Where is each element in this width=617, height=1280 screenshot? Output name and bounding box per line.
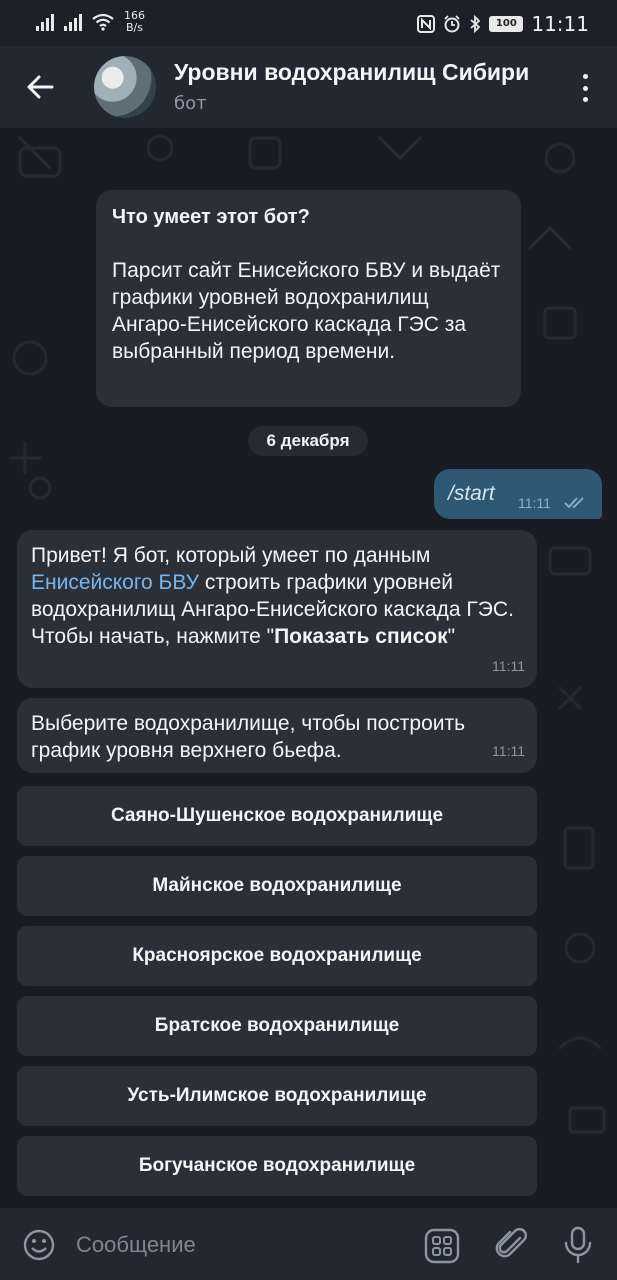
wifi-icon [92, 13, 114, 31]
message-text-part: " [447, 625, 456, 648]
message-composer [0, 1208, 617, 1280]
keyboard-button-krasnoyarskoe[interactable]: Красноярское водохранилище [17, 926, 537, 986]
bot-info-title: Что умеет этот бот? [112, 206, 310, 228]
emoji-icon[interactable] [22, 1228, 56, 1262]
incoming-message-text: Привет! Я бот, который умеет по данным Е… [31, 542, 523, 650]
microphone-icon[interactable] [562, 1226, 594, 1264]
arrow-left-icon[interactable] [22, 68, 60, 106]
keyboard-button-ust-ilimskoe[interactable]: Усть-Илимское водохранилище [17, 1066, 537, 1126]
avatar[interactable] [94, 56, 156, 118]
keyboard-button-sayano-shushenskoe[interactable]: Саяно-Шушенское водохранилище [17, 786, 537, 846]
incoming-message-text: Выберите водохранилище, чтобы построить … [31, 712, 466, 762]
date-separator: 6 декабря [248, 426, 368, 456]
network-speed: 166 B/s [124, 10, 145, 34]
outgoing-message-time: 11:11 [518, 495, 551, 511]
double-check-icon [564, 497, 584, 509]
status-bar: 166 B/s 100 11:11 [0, 0, 617, 46]
bot-info-bubble: Что умеет этот бот? Парсит сайт Енисейск… [96, 190, 521, 407]
chat-area[interactable]: Что умеет этот бот? Парсит сайт Енисейск… [0, 128, 617, 1208]
message-time: 11:11 [492, 658, 525, 674]
status-left: 166 B/s [36, 10, 145, 34]
outgoing-message[interactable]: /start 11:11 [434, 469, 602, 519]
keyboard-button-bratskoe[interactable]: Братское водохранилище [17, 996, 537, 1056]
bot-info-text: Парсит сайт Енисейского БВУ и выдаёт гра… [112, 259, 501, 363]
bvu-link[interactable]: Енисейского БВУ [31, 571, 199, 594]
message-bold-text: Показать список [274, 625, 448, 648]
message-text-part: Привет! Я бот, который умеет по данным [31, 544, 431, 567]
bluetooth-icon [470, 15, 481, 33]
keyboard-button-mainskoe[interactable]: Майнское водохранилище [17, 856, 537, 916]
status-time: 11:11 [531, 12, 589, 36]
paperclip-icon[interactable] [494, 1226, 530, 1264]
message-time: 11:11 [492, 743, 525, 759]
cell-signal-icon-2 [64, 13, 82, 31]
battery-indicator: 100 [489, 16, 524, 32]
outgoing-message-text: /start [448, 482, 495, 505]
chat-subtitle: бот [174, 93, 207, 114]
message-input[interactable] [76, 1230, 376, 1260]
chat-title[interactable]: Уровни водохранилищ Сибири [174, 59, 554, 86]
network-speed-unit: B/s [126, 21, 143, 34]
cell-signal-icon-1 [36, 13, 54, 31]
bot-commands-icon[interactable] [424, 1228, 460, 1264]
incoming-message-1[interactable]: Привет! Я бот, который умеет по данным Е… [17, 530, 537, 688]
status-right: 100 11:11 [417, 12, 589, 36]
keyboard-button-boguchanskoe[interactable]: Богучанское водохранилище [17, 1136, 537, 1196]
chat-header: Уровни водохранилищ Сибири бот [0, 46, 617, 128]
incoming-message-2[interactable]: Выберите водохранилище, чтобы построить … [17, 698, 537, 773]
more-vertical-icon[interactable] [579, 74, 591, 102]
alarm-icon [444, 15, 460, 33]
nfc-icon [417, 15, 436, 33]
